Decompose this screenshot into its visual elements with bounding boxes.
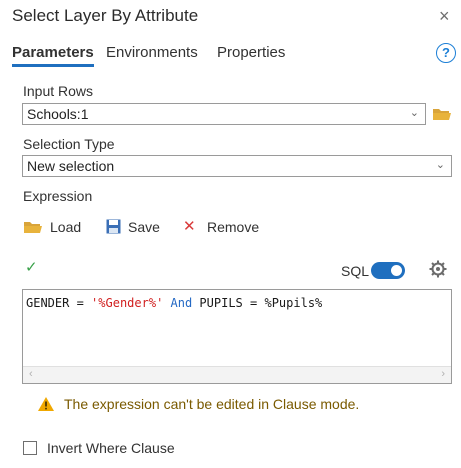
tab-properties[interactable]: Properties	[217, 44, 285, 61]
expression-editor[interactable]: GENDER = '%Gender%' And PUPILS = %Pupils…	[22, 289, 452, 384]
horizontal-scrollbar[interactable]: ‹ ›	[23, 366, 451, 383]
expr-value-pupils: %Pupils%	[264, 296, 323, 310]
load-button[interactable]: Load	[50, 219, 81, 235]
expr-string-gender: '%Gender%'	[91, 296, 164, 310]
save-button[interactable]: Save	[128, 219, 160, 235]
scroll-right-icon[interactable]: ›	[441, 368, 445, 380]
expr-field-gender: GENDER	[26, 296, 70, 310]
remove-button[interactable]: Remove	[207, 219, 259, 235]
dialog-title: Select Layer By Attribute	[12, 6, 199, 25]
sql-toggle[interactable]	[371, 262, 405, 279]
input-rows-value: Schools:1	[27, 106, 89, 122]
folder-load-icon[interactable]	[23, 220, 43, 234]
help-icon[interactable]: ?	[436, 43, 456, 63]
scroll-left-icon[interactable]: ‹	[29, 368, 33, 380]
expression-text: GENDER = '%Gender%' And PUPILS = %Pupils…	[26, 296, 322, 310]
close-icon[interactable]: ×	[439, 6, 450, 27]
invert-where-clause-checkbox[interactable]	[23, 441, 37, 455]
folder-open-icon[interactable]	[432, 107, 452, 121]
expression-label: Expression	[23, 188, 93, 204]
invert-where-clause-label[interactable]: Invert Where Clause	[47, 440, 175, 456]
tab-parameters[interactable]: Parameters	[12, 44, 94, 61]
chevron-down-icon: ⌄	[409, 107, 419, 119]
selection-type-value: New selection	[27, 158, 115, 174]
warning-icon	[38, 397, 54, 411]
selection-type-dropdown[interactable]: New selection ⌄	[22, 155, 452, 177]
save-icon[interactable]	[106, 219, 121, 234]
gear-icon[interactable]	[429, 260, 447, 278]
input-rows-label: Input Rows	[23, 83, 94, 99]
chevron-down-icon: ⌄	[435, 159, 445, 171]
warning-message: The expression can't be edited in Clause…	[64, 396, 360, 412]
active-tab-indicator	[12, 64, 94, 67]
expr-equals: =	[69, 296, 92, 310]
expr-equals: =	[242, 296, 265, 310]
selection-type-label: Selection Type	[23, 136, 115, 152]
toggle-knob	[391, 265, 402, 276]
tab-environments[interactable]: Environments	[106, 44, 198, 61]
input-rows-dropdown[interactable]: Schools:1 ⌄	[22, 103, 426, 125]
sql-label: SQL	[341, 263, 370, 279]
expr-and: And	[163, 296, 200, 310]
remove-icon[interactable]: ✕	[183, 217, 196, 235]
valid-check-icon: ✓	[25, 259, 38, 276]
expr-field-pupils: PUPILS	[199, 296, 243, 310]
